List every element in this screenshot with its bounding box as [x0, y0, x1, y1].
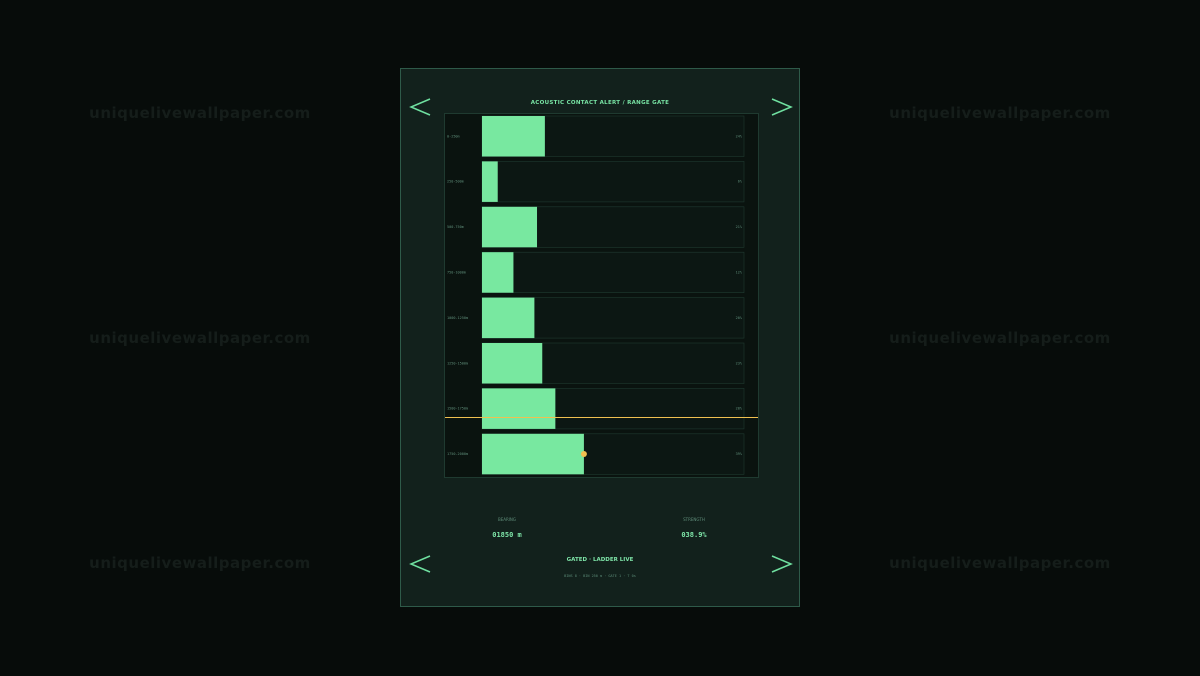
bar-track	[481, 161, 745, 203]
range-gate-chart: 0-250m 24% 250-500m 6% 500-750m 21% 750-1000m 1…	[444, 113, 759, 478]
watermark: uniquelivewallpaper.com	[89, 554, 311, 572]
category-label: 0-250m	[447, 134, 460, 138]
bar-250-500m[interactable]	[482, 161, 498, 202]
alert-panel: ACOUSTIC CONTACT ALERT / RANGE GATE 0-25…	[400, 68, 800, 607]
value-label: 21%	[736, 225, 743, 229]
bar-1750-2000m[interactable]	[482, 433, 584, 475]
category-label: 250-500m	[447, 180, 464, 184]
strength-label: STRENGTH	[683, 517, 705, 522]
value-label: 20%	[736, 316, 743, 320]
range-gate-chart-svg: 0-250m 24%250-500m 6%500-750m 21%750-1000m 1…	[445, 115, 758, 475]
bar-track	[481, 251, 745, 293]
bearing-label: BEARING	[497, 517, 517, 522]
bar-1500-1750m[interactable]	[482, 388, 556, 429]
value-label: 12%	[736, 270, 743, 274]
category-label: 1000-1250m	[447, 316, 468, 320]
status-text: GATED · LADDER LIVE	[566, 557, 634, 563]
bearing-value: 01850 m	[492, 531, 522, 539]
category-label: 1250-1500m	[447, 361, 468, 365]
value-label: 24%	[736, 134, 743, 138]
watermark: uniquelivewallpaper.com	[889, 554, 1111, 572]
watermark: uniquelivewallpaper.com	[889, 104, 1111, 122]
bar-0-250m[interactable]	[482, 116, 545, 157]
category-label: 750-1000m	[447, 270, 466, 274]
chart-title: ACOUSTIC CONTACT ALERT / RANGE GATE	[530, 100, 670, 106]
bar-1250-1500m[interactable]	[482, 343, 543, 384]
bar-500-750m[interactable]	[482, 206, 538, 248]
watermark: uniquelivewallpaper.com	[89, 329, 311, 347]
strength-value: 038.9%	[681, 531, 707, 539]
watermark: uniquelivewallpaper.com	[889, 329, 1111, 347]
value-label: 39%	[736, 452, 743, 456]
value-label: 23%	[736, 361, 743, 365]
bar-750-1000m[interactable]	[482, 252, 514, 293]
footnote-text: BINS 8 · BIN 250 m · GATE 1 · T 0s	[564, 574, 636, 578]
value-label: 28%	[736, 407, 743, 411]
watermark: uniquelivewallpaper.com	[89, 104, 311, 122]
category-label: 1750-2000m	[447, 452, 468, 456]
category-label: 1500-1750m	[447, 407, 468, 411]
contact-marker[interactable]	[580, 451, 587, 458]
category-label: 500-750m	[447, 225, 464, 229]
bar-1000-1250m[interactable]	[482, 297, 535, 339]
